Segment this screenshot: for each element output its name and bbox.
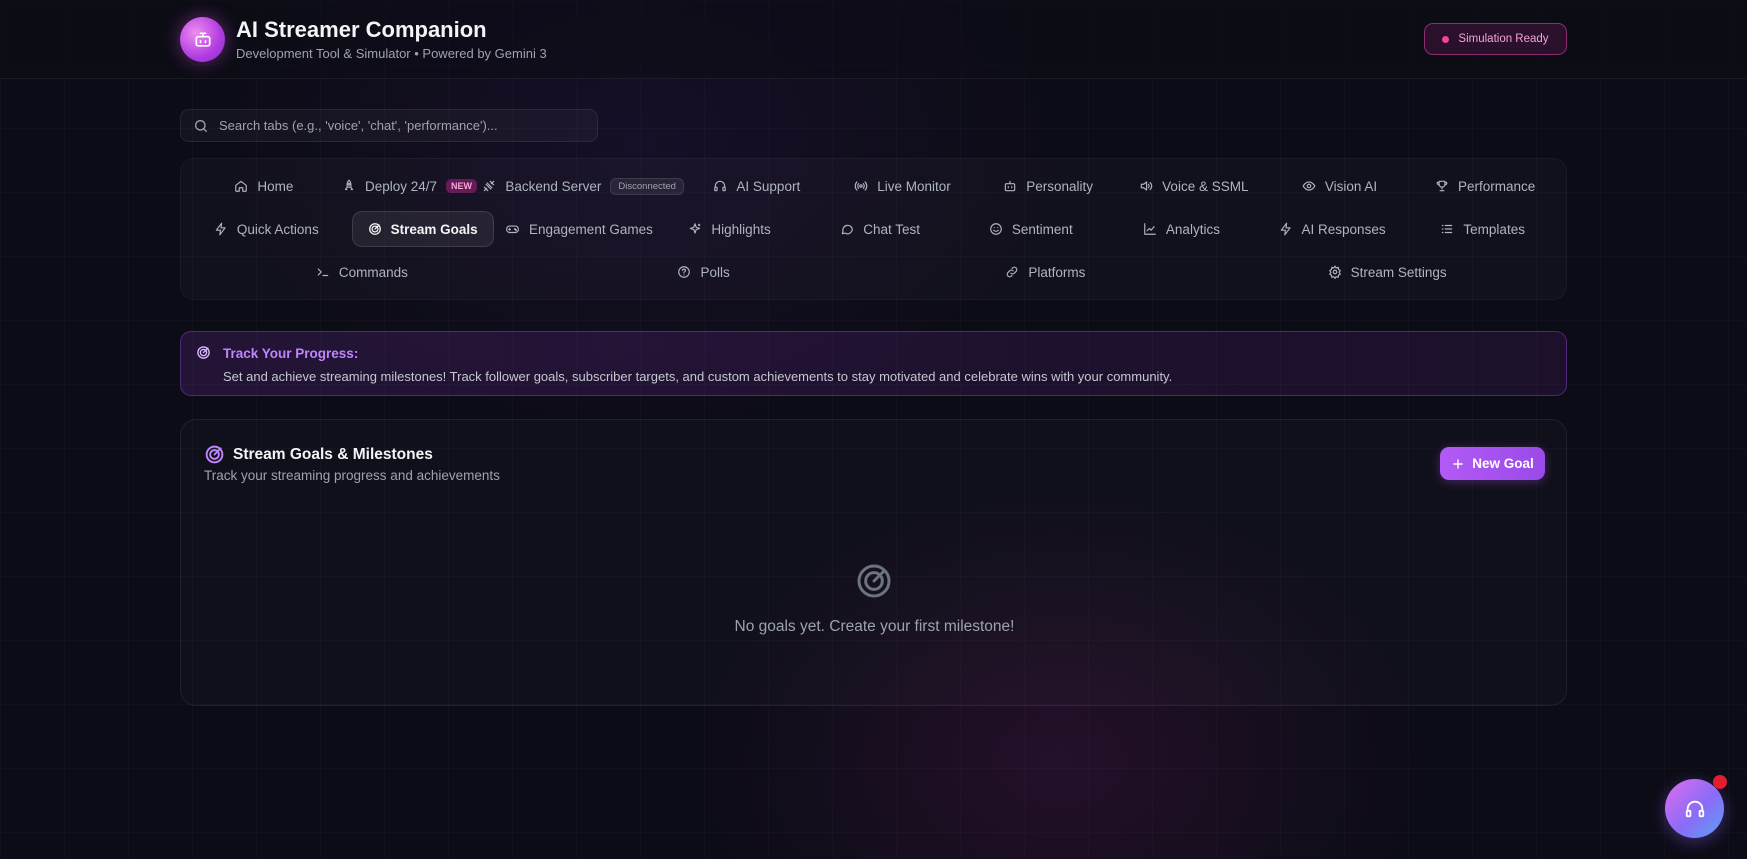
tab-label: Analytics: [1165, 221, 1220, 237]
app-logo: [180, 17, 225, 62]
status-label: Simulation Ready: [1458, 33, 1549, 45]
tab-label: Platforms: [1028, 264, 1086, 280]
eye-icon: [1302, 179, 1316, 193]
tab-row-3: Commands Polls Platforms Stream Settings: [191, 254, 1558, 290]
tab-chat-test[interactable]: Chat Test: [805, 211, 956, 247]
tab-search[interactable]: [180, 109, 598, 142]
status-dot: [1442, 35, 1450, 43]
tabs-panel: Home Deploy 24/7 NEW Backend Server Disc…: [180, 158, 1567, 300]
new-goal-label: New Goal: [1472, 456, 1534, 471]
tab-label: Polls: [700, 264, 730, 280]
card-title: Stream Goals & Milestones: [233, 446, 433, 463]
lightning-icon: [1279, 222, 1293, 236]
new-badge: NEW: [446, 179, 478, 193]
tab-label: Templates: [1463, 221, 1525, 237]
new-goal-button[interactable]: New Goal: [1440, 447, 1545, 480]
tab-row-2: Quick Actions Stream Goals Engagement Ga…: [191, 211, 1558, 247]
tab-analytics[interactable]: Analytics: [1106, 211, 1257, 247]
tab-label: Stream Goals: [390, 221, 478, 237]
home-icon: [234, 179, 248, 193]
target-icon: [854, 561, 894, 601]
tab-row-1: Home Deploy 24/7 NEW Backend Server Disc…: [191, 168, 1558, 204]
target-icon: [368, 222, 382, 236]
connection-badge: Disconnected: [610, 177, 684, 195]
gamepad-icon: [505, 222, 520, 236]
tab-performance[interactable]: Performance: [1412, 168, 1558, 204]
tab-label: Live Monitor: [877, 178, 951, 194]
speaker-icon: [1139, 179, 1153, 193]
tab-live-monitor[interactable]: Live Monitor: [830, 168, 976, 204]
card-subtitle: Track your streaming progress and achiev…: [204, 468, 500, 483]
tab-label: AI Support: [736, 178, 801, 194]
tab-label: Stream Settings: [1350, 264, 1447, 280]
tab-label: Engagement Games: [529, 221, 653, 237]
info-banner: Track Your Progress: Set and achieve str…: [180, 331, 1567, 396]
lightning-icon: [214, 222, 228, 236]
support-chat-button[interactable]: [1665, 779, 1724, 838]
tab-label: Voice & SSML: [1162, 178, 1249, 194]
tab-label: AI Responses: [1301, 221, 1386, 237]
tab-vision-ai[interactable]: Vision AI: [1267, 168, 1413, 204]
chart-line-icon: [1143, 222, 1157, 236]
tab-label: Quick Actions: [236, 221, 319, 237]
search-input[interactable]: [219, 118, 589, 133]
headset-icon: [713, 179, 727, 193]
tab-highlights[interactable]: Highlights: [654, 211, 805, 247]
tab-label: Commands: [338, 264, 408, 280]
target-icon: [204, 444, 225, 465]
tab-label: Chat Test: [863, 221, 921, 237]
search-icon: [193, 118, 209, 134]
radio-icon: [854, 179, 868, 193]
tab-stream-settings[interactable]: Stream Settings: [1216, 254, 1558, 290]
tab-platforms[interactable]: Platforms: [875, 254, 1217, 290]
plus-icon: [1451, 457, 1465, 471]
tab-label: Deploy 24/7: [364, 178, 438, 194]
tab-ai-support[interactable]: AI Support: [684, 168, 830, 204]
robot-icon: [193, 30, 213, 50]
tab-label: Personality: [1026, 178, 1094, 194]
app-title: AI Streamer Companion: [236, 17, 487, 42]
tab-polls[interactable]: Polls: [533, 254, 875, 290]
tab-backend-server[interactable]: Backend Server Disconnected: [482, 168, 684, 204]
tab-stream-goals[interactable]: Stream Goals: [351, 211, 494, 247]
smile-icon: [989, 222, 1003, 236]
app-header: AI Streamer Companion Development Tool &…: [0, 0, 1747, 79]
settings-icon: [1328, 265, 1342, 279]
bot-icon: [1003, 179, 1017, 193]
tab-label: Performance: [1458, 178, 1536, 194]
notification-dot: [1713, 775, 1727, 789]
tab-deploy[interactable]: Deploy 24/7 NEW: [337, 168, 483, 204]
tab-personality[interactable]: Personality: [975, 168, 1121, 204]
rocket-icon: [342, 179, 356, 193]
chat-bubble-icon: [840, 222, 854, 236]
tab-ai-responses[interactable]: AI Responses: [1257, 211, 1408, 247]
tab-voice-ssml[interactable]: Voice & SSML: [1121, 168, 1267, 204]
terminal-icon: [316, 265, 330, 279]
tab-quick-actions[interactable]: Quick Actions: [191, 211, 342, 247]
target-icon: [196, 345, 211, 360]
help-circle-icon: [677, 265, 691, 279]
tab-engagement-games[interactable]: Engagement Games: [504, 211, 655, 247]
sparkles-icon: [688, 222, 702, 236]
tab-label: Highlights: [711, 221, 771, 237]
tab-templates[interactable]: Templates: [1407, 211, 1558, 247]
tab-commands[interactable]: Commands: [191, 254, 533, 290]
banner-text: Set and achieve streaming milestones! Tr…: [223, 369, 1173, 384]
empty-state-message: No goals yet. Create your first mileston…: [734, 618, 1015, 635]
headset-icon: [1684, 798, 1706, 820]
banner-title: Track Your Progress:: [223, 346, 359, 361]
tab-label: Backend Server: [505, 178, 602, 194]
stream-goals-card: Stream Goals & Milestones Track your str…: [180, 419, 1567, 706]
tab-home[interactable]: Home: [191, 168, 337, 204]
tab-label: Sentiment: [1011, 221, 1073, 237]
status-badge: Simulation Ready: [1424, 23, 1567, 55]
link-icon: [1005, 265, 1019, 279]
tab-label: Vision AI: [1324, 178, 1378, 194]
trophy-icon: [1435, 179, 1449, 193]
tab-sentiment[interactable]: Sentiment: [956, 211, 1107, 247]
list-icon: [1440, 222, 1454, 236]
tab-label: Home: [257, 178, 294, 194]
app-subtitle: Development Tool & Simulator • Powered b…: [236, 46, 547, 61]
plug-icon: [482, 179, 496, 193]
